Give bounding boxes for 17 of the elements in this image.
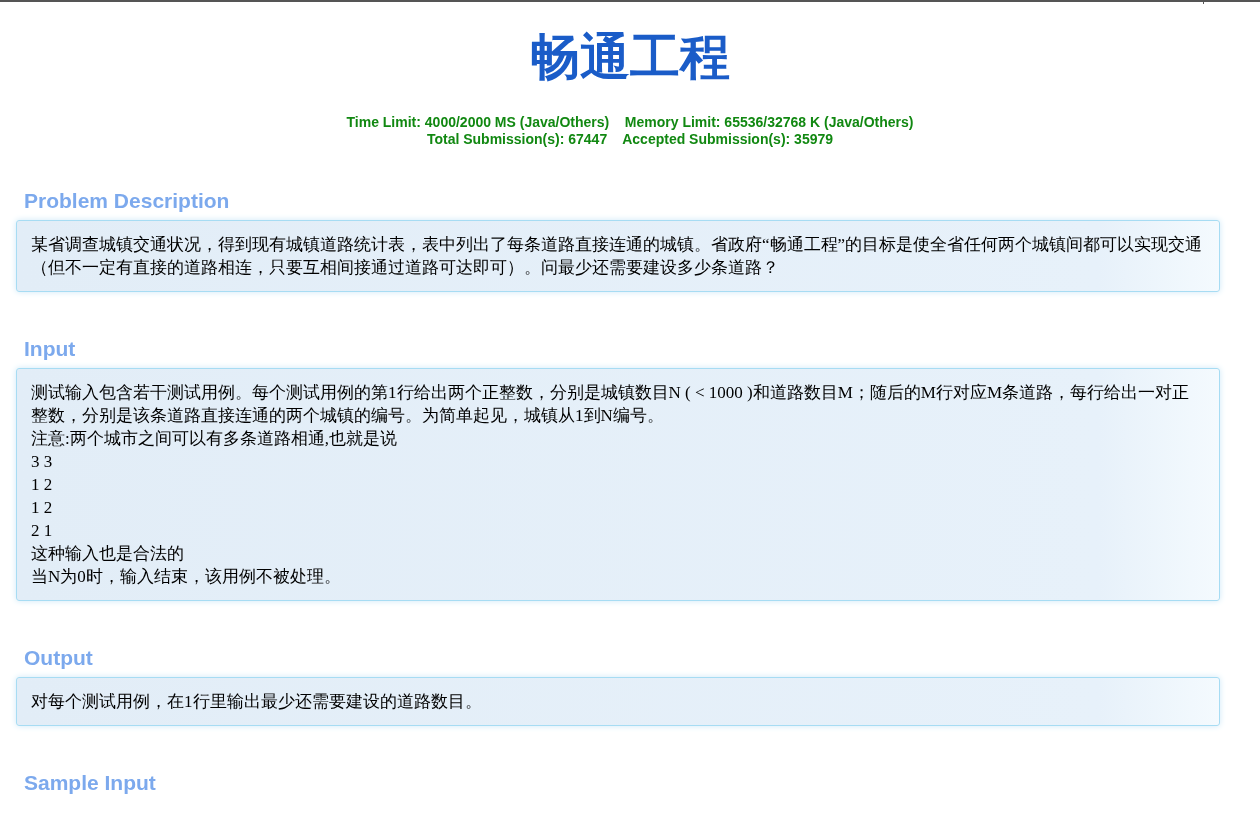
section-heading: Input	[24, 336, 77, 362]
section-text: 3 3	[31, 452, 53, 471]
section-heading: Problem Description	[24, 188, 231, 214]
section-text: 某省调查城镇交通状况，得到现有城镇道路统计表，表中列出了每条道路直接连通的城镇。省政府“畅通工程”的目标是使全省任何两个城镇间都可以实现交通（但不一定有直接的道路相连，只要互相间接通过道路可达即可）。问最少还需要建设多少条道路？	[31, 235, 1203, 277]
limits-text: Time Limit: 4000/2000 MS (Java/Others) Memory Limit: 65536/32768 K (Java/Others)	[346, 114, 914, 131]
section-text: 这种输入也是合法的	[31, 544, 184, 563]
limits-text: Total Submission(s): 67447 Accepted Submission(s): 35979	[426, 131, 834, 148]
section-text: 测试输入包含若干测试用例。每个测试用例的第1行给出两个正整数，分别是城镇数目N ( < 1000 )和道路数目M；随后的M行对应M条道路，每行给出一对正整数，分别是该条道路直接连通的两个城镇的编号。为简单起见，城镇从1到N编号。	[31, 383, 1190, 425]
section-heading: Output	[24, 645, 94, 671]
section-text: 1 2	[31, 498, 53, 517]
section-text: 当N为0时，输入结束，该用例不被处理。	[31, 567, 341, 586]
section-text: 2 1	[31, 521, 53, 540]
section-text: 对每个测试用例，在1行里输出最少还需要建设的道路数目。	[31, 692, 482, 711]
section-text: 1 2	[31, 475, 53, 494]
section-heading: Sample Input	[24, 770, 157, 796]
section-text: 注意:两个城市之间可以有多条道路相通,也就是说	[31, 429, 397, 448]
problem-title: 畅通工程	[529, 27, 731, 88]
